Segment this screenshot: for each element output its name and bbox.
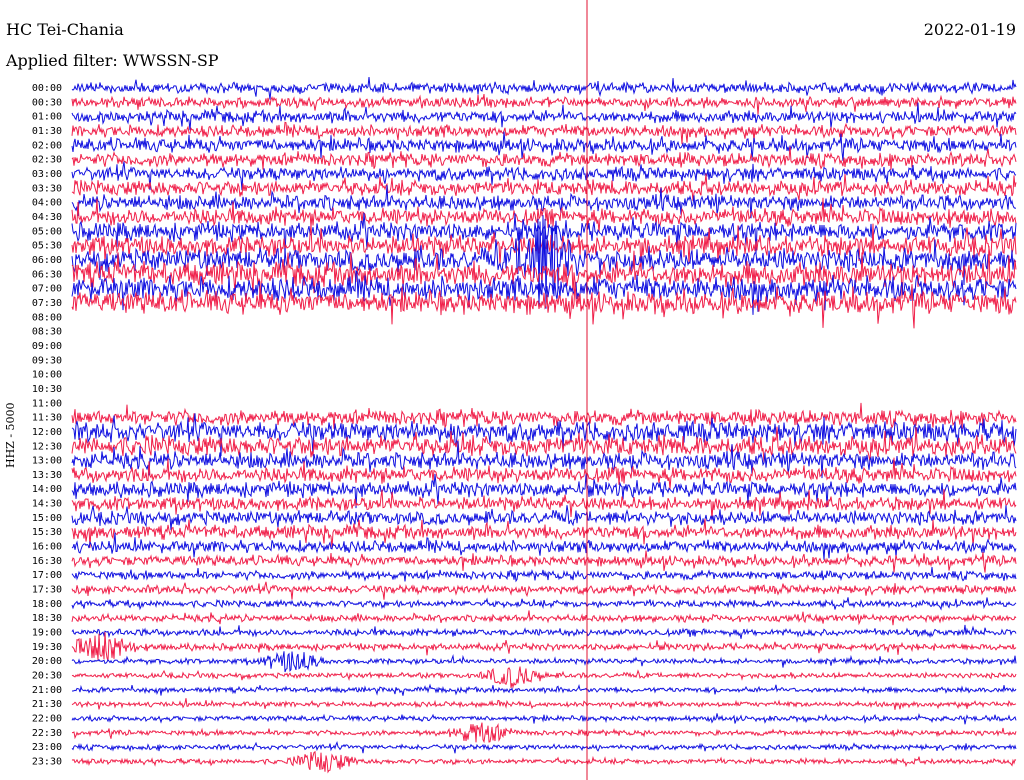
trace-time-label: 06:30 (32, 269, 62, 280)
seismic-trace (71, 550, 1017, 573)
trace-time-label: 00:00 (32, 83, 62, 94)
trace-time-label: 00:30 (32, 97, 62, 108)
trace-time-label: 10:00 (32, 370, 62, 381)
trace-time-label: 11:00 (32, 398, 62, 409)
trace-time-label: 16:00 (32, 542, 62, 553)
trace-time-label: 18:00 (32, 599, 62, 610)
seismic-trace (71, 146, 1017, 170)
trace-time-label: 16:30 (32, 556, 62, 567)
seismic-trace (71, 698, 1017, 710)
trace-time-label: 08:30 (32, 327, 62, 338)
seismic-trace (71, 121, 1017, 145)
seismic-trace (71, 740, 1017, 754)
trace-time-label: 12:30 (32, 441, 62, 452)
trace-time-label: 20:30 (32, 671, 62, 682)
trace-time-label: 15:00 (32, 513, 62, 524)
trace-time-label: 13:30 (32, 470, 62, 481)
seismic-trace (71, 581, 1017, 600)
seismic-trace (71, 624, 1017, 639)
trace-time-label: 18:30 (32, 613, 62, 624)
seismic-trace (71, 713, 1017, 725)
trace-time-label: 09:00 (32, 341, 62, 352)
trace-time-label: 04:30 (32, 212, 62, 223)
trace-time-label: 07:30 (32, 298, 62, 309)
trace-time-label: 22:00 (32, 714, 62, 725)
trace-time-label: 15:30 (32, 527, 62, 538)
trace-time-label: 10:30 (32, 384, 62, 395)
trace-time-label: 17:00 (32, 570, 62, 581)
trace-time-label: 19:30 (32, 642, 62, 653)
seismic-trace (71, 666, 1017, 689)
trace-time-label: 23:30 (32, 757, 62, 768)
seismic-trace (71, 94, 1017, 115)
trace-time-label: 14:00 (32, 484, 62, 495)
seismic-trace (71, 632, 1017, 661)
trace-time-label: 02:30 (32, 155, 62, 166)
trace-time-label: 21:30 (32, 699, 62, 710)
trace-time-label: 01:00 (32, 112, 62, 123)
helicorder-plot: 00:00 00:30 01:00 01:30 02:00 02:30 03:00 03:30… (32, 0, 1017, 780)
seismic-trace (71, 77, 1017, 100)
trace-time-label: 08:00 (32, 312, 62, 323)
seismic-trace (71, 102, 1017, 131)
trace-time-label: 09:30 (32, 355, 62, 366)
trace-time-label: 14:30 (32, 499, 62, 510)
trace-time-label: 11:30 (32, 413, 62, 424)
trace-time-label: 02:00 (32, 140, 62, 151)
trace-time-label: 04:00 (32, 198, 62, 209)
trace-time-label: 03:30 (32, 183, 62, 194)
seismic-trace (72, 722, 1017, 744)
seismic-trace (71, 567, 1017, 583)
trace-time-label: 13:00 (32, 456, 62, 467)
trace-time-label: 06:00 (32, 255, 62, 266)
trace-time-label: 05:30 (32, 241, 62, 252)
trace-time-label: 22:30 (32, 728, 62, 739)
seismic-trace (71, 402, 1017, 429)
trace-time-label: 03:00 (32, 169, 62, 180)
trace-time-label: 21:00 (32, 685, 62, 696)
trace-time-label: 07:00 (32, 284, 62, 295)
seismic-trace (71, 610, 1017, 626)
trace-time-label: 05:00 (32, 226, 62, 237)
trace-time-label: 17:30 (32, 585, 62, 596)
trace-time-label: 01:30 (32, 126, 62, 137)
trace-time-label: 19:00 (32, 628, 62, 639)
seismic-trace (72, 683, 1017, 696)
trace-time-label: 12:00 (32, 427, 62, 438)
trace-time-label: 23:00 (32, 742, 62, 753)
seismic-trace (71, 457, 1017, 489)
seismic-trace (71, 597, 1017, 611)
trace-time-label: 20:00 (32, 656, 62, 667)
seismic-trace (71, 651, 1017, 673)
seismic-trace (71, 750, 1017, 774)
